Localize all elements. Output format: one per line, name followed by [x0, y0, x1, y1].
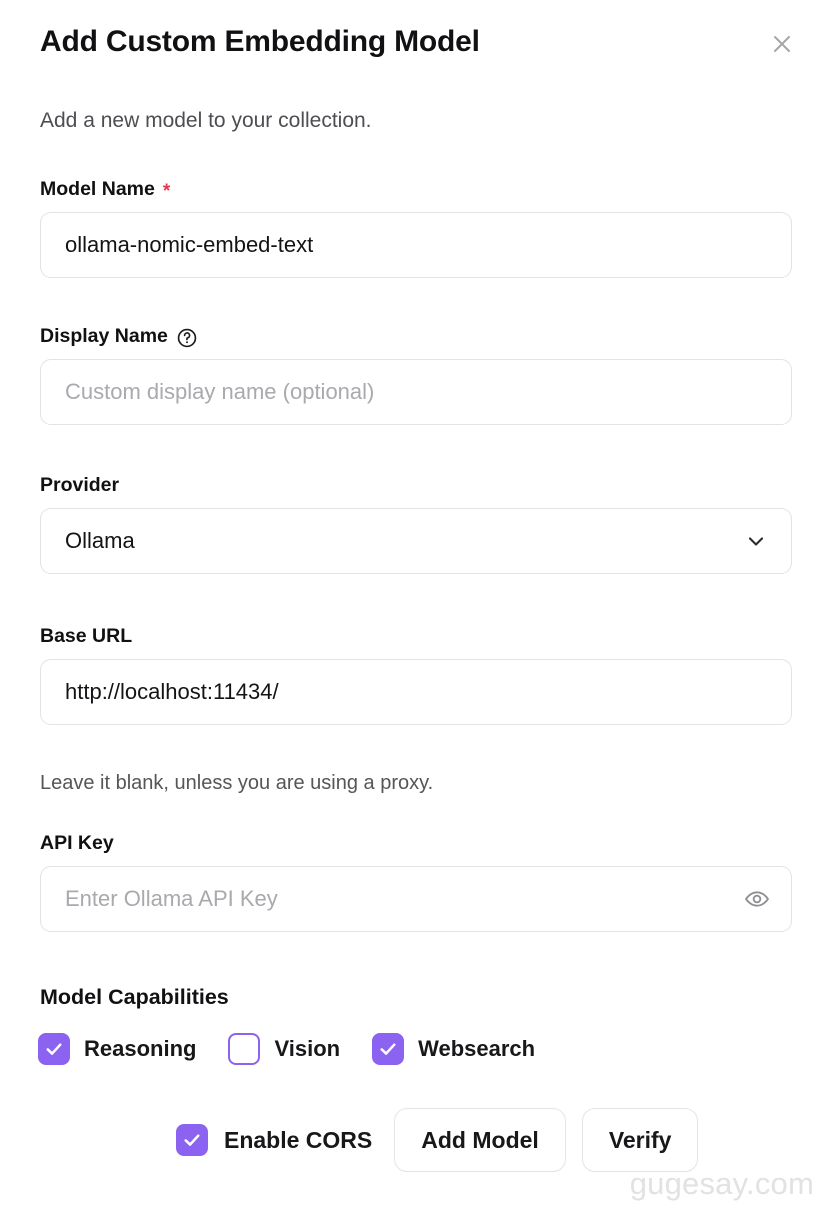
- model-name-label: Model Name *: [40, 178, 171, 203]
- enable-cors-checkbox[interactable]: [176, 1124, 208, 1156]
- base-url-label: Base URL: [40, 625, 133, 647]
- field-api-key: API Key: [40, 832, 792, 933]
- api-key-input[interactable]: [40, 866, 792, 933]
- add-custom-embedding-model-dialog: Add Custom Embedding Model Add a new mod…: [0, 0, 828, 1212]
- dialog-subtitle: Add a new model to your collection.: [40, 109, 372, 132]
- close-button[interactable]: [762, 24, 802, 64]
- capability-websearch[interactable]: Websearch: [372, 1033, 535, 1065]
- toggle-api-key-visibility-button[interactable]: [740, 882, 774, 916]
- reasoning-checkbox[interactable]: [38, 1033, 70, 1065]
- enable-cors-toggle[interactable]: Enable CORS: [176, 1124, 372, 1156]
- eye-icon: [744, 886, 770, 912]
- vision-label: Vision: [274, 1036, 341, 1061]
- base-url-input[interactable]: [40, 659, 792, 726]
- model-name-input[interactable]: [40, 212, 792, 279]
- field-base-url: Base URL: [40, 625, 792, 726]
- provider-select[interactable]: Ollama: [40, 508, 792, 575]
- page-title: Add Custom Embedding Model: [40, 25, 480, 58]
- dialog-footer: Enable CORS Add Model Verify: [176, 1108, 699, 1172]
- required-asterisk: *: [162, 181, 171, 203]
- display-name-input[interactable]: [40, 359, 792, 426]
- model-capabilities-row: Reasoning Vision Websearch: [38, 1033, 535, 1065]
- provider-label: Provider: [40, 474, 120, 496]
- display-name-label: Display Name: [40, 325, 792, 348]
- watermark: gugesay.com: [629, 1166, 814, 1201]
- base-url-helper-text: Leave it blank, unless you are using a p…: [40, 772, 434, 794]
- add-model-button[interactable]: Add Model: [394, 1108, 566, 1172]
- field-display-name: Display Name: [40, 325, 792, 426]
- reasoning-label: Reasoning: [84, 1036, 197, 1061]
- api-key-label: API Key: [40, 832, 114, 854]
- field-provider: Provider Ollama: [40, 474, 792, 575]
- field-model-name: Model Name *: [40, 178, 792, 279]
- vision-checkbox[interactable]: [228, 1033, 261, 1065]
- enable-cors-label: Enable CORS: [224, 1126, 373, 1153]
- capability-reasoning[interactable]: Reasoning: [38, 1033, 196, 1065]
- api-key-input-wrap: [40, 866, 792, 933]
- help-circle-icon[interactable]: [176, 327, 198, 349]
- model-capabilities-title: Model Capabilities: [40, 985, 229, 1009]
- websearch-label: Websearch: [418, 1036, 536, 1061]
- provider-select-wrap: Ollama: [40, 508, 792, 575]
- websearch-checkbox[interactable]: [372, 1033, 405, 1065]
- provider-selected-value: Ollama: [65, 528, 135, 554]
- capability-vision[interactable]: Vision: [228, 1033, 340, 1065]
- dialog-header: Add Custom Embedding Model: [40, 24, 790, 60]
- verify-button[interactable]: Verify: [581, 1108, 699, 1172]
- close-icon: [770, 32, 794, 56]
